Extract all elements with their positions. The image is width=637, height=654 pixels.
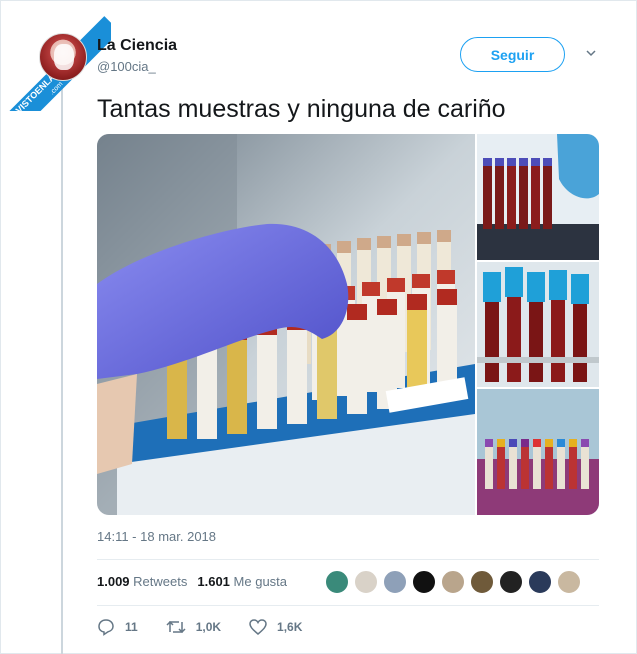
media-image-main[interactable]: [97, 134, 475, 515]
retweet-count: 1,0K: [195, 620, 222, 634]
liker-avatar[interactable]: [556, 569, 582, 595]
liker-avatar[interactable]: [324, 569, 350, 595]
media-image-2[interactable]: [477, 134, 599, 260]
retweets-count: 1.009: [97, 574, 130, 589]
heart-icon: [249, 619, 267, 635]
author-handle[interactable]: @100cia_: [97, 59, 156, 74]
likes-stat[interactable]: 1.601 Me gusta: [197, 574, 287, 589]
retweets-stat[interactable]: 1.009 Retweets: [97, 574, 187, 589]
like-action[interactable]: 1,6K: [249, 618, 302, 636]
media-grid: [97, 134, 599, 515]
tweet-card: VISTOENLASREDES .com La Ciencia @100cia_…: [0, 0, 637, 654]
like-count: 1,6K: [277, 620, 303, 634]
follow-button[interactable]: Seguir: [460, 37, 565, 72]
liker-avatar[interactable]: [440, 569, 466, 595]
reply-count: 11: [125, 620, 138, 634]
retweet-icon: [166, 620, 186, 634]
liker-avatar[interactable]: [469, 569, 495, 595]
liker-avatar[interactable]: [498, 569, 524, 595]
liker-avatar[interactable]: [411, 569, 437, 595]
retweets-label: Retweets: [133, 574, 188, 589]
thread-line: [61, 85, 63, 654]
liker-avatar[interactable]: [527, 569, 553, 595]
divider: [97, 605, 599, 606]
chevron-down-icon[interactable]: [585, 47, 597, 59]
divider: [97, 559, 599, 560]
tweet-stats: 1.009 Retweets 1.601 Me gusta: [97, 574, 287, 589]
likes-count: 1.601: [197, 574, 230, 589]
reply-action[interactable]: 11: [97, 618, 138, 636]
tweet-timestamp[interactable]: 14:11 - 18 mar. 2018: [97, 529, 216, 544]
media-image-3[interactable]: [477, 262, 599, 387]
liker-avatar[interactable]: [353, 569, 379, 595]
liker-avatar[interactable]: [382, 569, 408, 595]
author-name[interactable]: La Ciencia: [97, 37, 177, 55]
retweet-action[interactable]: 1,0K: [166, 618, 221, 636]
avatar[interactable]: [39, 33, 87, 81]
reply-icon: [98, 619, 114, 636]
tweet-text: Tantas muestras y ninguna de cariño: [97, 95, 506, 123]
likers-avatars: [324, 569, 585, 595]
likes-label: Me gusta: [233, 574, 288, 589]
tweet-actions: 11 1,0K 1,6K: [97, 618, 330, 636]
media-image-4[interactable]: [477, 389, 599, 515]
